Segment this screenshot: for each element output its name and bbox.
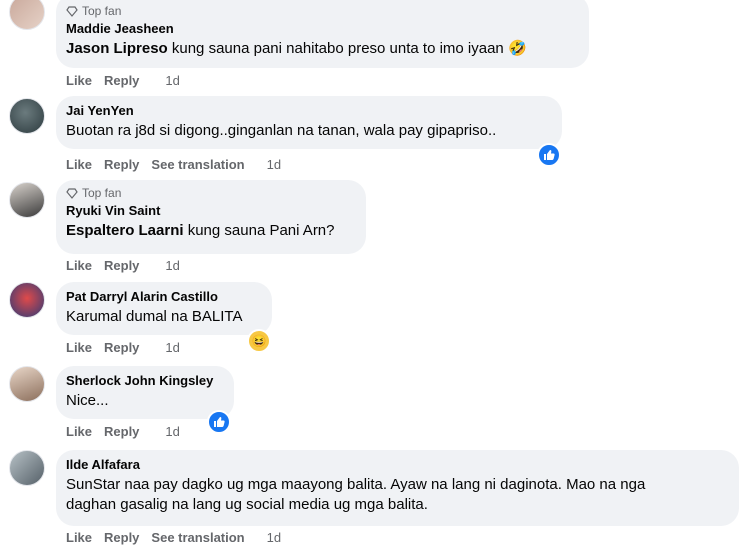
comment-actions: Like Reply See translation 1d [66,530,281,546]
like-button[interactable]: Like [66,424,92,440]
timestamp[interactable]: 1d [165,258,179,274]
timestamp[interactable]: 1d [165,424,179,440]
comment-body: kung sauna pani nahitabo preso unta to i… [171,40,504,57]
like-reaction-icon[interactable] [537,143,561,167]
timestamp[interactable]: 1d [165,340,179,356]
avatar[interactable] [9,282,45,318]
comment-bubble: Sherlock John Kingsley Nice... [56,366,234,419]
comment-bubble: Pat Darryl Alarin Castillo Karumal dumal… [56,282,272,335]
comment-bubble: Jai YenYen Buotan ra j8d si digong..ging… [56,96,562,149]
top-fan-badge: Top fan [66,4,577,18]
reply-button[interactable]: Reply [104,258,139,274]
avatar[interactable] [9,98,45,134]
commenter-name[interactable]: Maddie Jeasheen [66,20,577,37]
reply-button[interactable]: Reply [104,340,139,356]
see-translation-button[interactable]: See translation [151,157,244,173]
top-fan-label: Top fan [82,4,122,18]
comment-text: Espaltero Laarni kung sauna Pani Arn? [66,221,354,241]
top-fan-label: Top fan [82,186,122,200]
like-reaction-icon[interactable] [207,410,231,434]
comment-body: kung sauna Pani Arn? [187,222,335,239]
timestamp[interactable]: 1d [267,530,281,546]
see-translation-button[interactable]: See translation [151,530,244,546]
mention-link[interactable]: Jason Lipreso [66,40,168,57]
avatar[interactable] [9,182,45,218]
comment-actions: Like Reply 1d [66,340,180,356]
timestamp[interactable]: 1d [267,157,281,173]
commenter-name[interactable]: Ryuki Vin Saint [66,202,354,219]
like-button[interactable]: Like [66,340,92,356]
diamond-icon [66,188,78,199]
comment-actions: Like Reply See translation 1d [66,157,281,173]
comment-bubble: Ilde Alfafara SunStar naa pay dagko ug m… [56,450,739,526]
like-button[interactable]: Like [66,73,92,89]
comment-text: SunStar naa pay dagko ug mga maayong bal… [66,475,727,515]
comment-actions: Like Reply 1d [66,73,180,89]
commenter-name[interactable]: Ilde Alfafara [66,456,727,473]
comment-text: Karumal dumal na BALITA [66,308,243,325]
haha-reaction-icon[interactable]: 😆 [247,329,271,353]
avatar[interactable] [9,0,45,30]
comment-line: SunStar naa pay dagko ug mga maayong bal… [66,476,646,493]
comment-text: Jason Lipreso kung sauna pani nahitabo p… [66,39,577,59]
commenter-name[interactable]: Jai YenYen [66,102,550,119]
comment-bubble: Top fan Ryuki Vin Saint Espaltero Laarni… [56,180,366,254]
reply-button[interactable]: Reply [104,424,139,440]
timestamp[interactable]: 1d [165,73,179,89]
comment-bubble: Top fan Maddie Jeasheen Jason Lipreso ku… [56,0,589,68]
commenter-name[interactable]: Pat Darryl Alarin Castillo [66,288,260,305]
reply-button[interactable]: Reply [104,73,139,89]
avatar[interactable] [9,366,45,402]
comment-text: Nice... [66,392,109,409]
reply-button[interactable]: Reply [104,157,139,173]
comment-actions: Like Reply 1d [66,258,180,274]
comment-text: Buotan ra j8d si digong..ginganlan na ta… [66,122,497,139]
comment-actions: Like Reply 1d [66,424,180,440]
reply-button[interactable]: Reply [104,530,139,546]
diamond-icon [66,6,78,17]
avatar[interactable] [9,450,45,486]
rofl-emoji: 🤣 [507,40,527,57]
like-button[interactable]: Like [66,530,92,546]
mention-link[interactable]: Espaltero Laarni [66,222,184,239]
like-button[interactable]: Like [66,258,92,274]
comment-line: daghan gasalig na lang ug social media u… [66,496,428,513]
top-fan-badge: Top fan [66,186,354,200]
commenter-name[interactable]: Sherlock John Kingsley [66,372,222,389]
like-button[interactable]: Like [66,157,92,173]
